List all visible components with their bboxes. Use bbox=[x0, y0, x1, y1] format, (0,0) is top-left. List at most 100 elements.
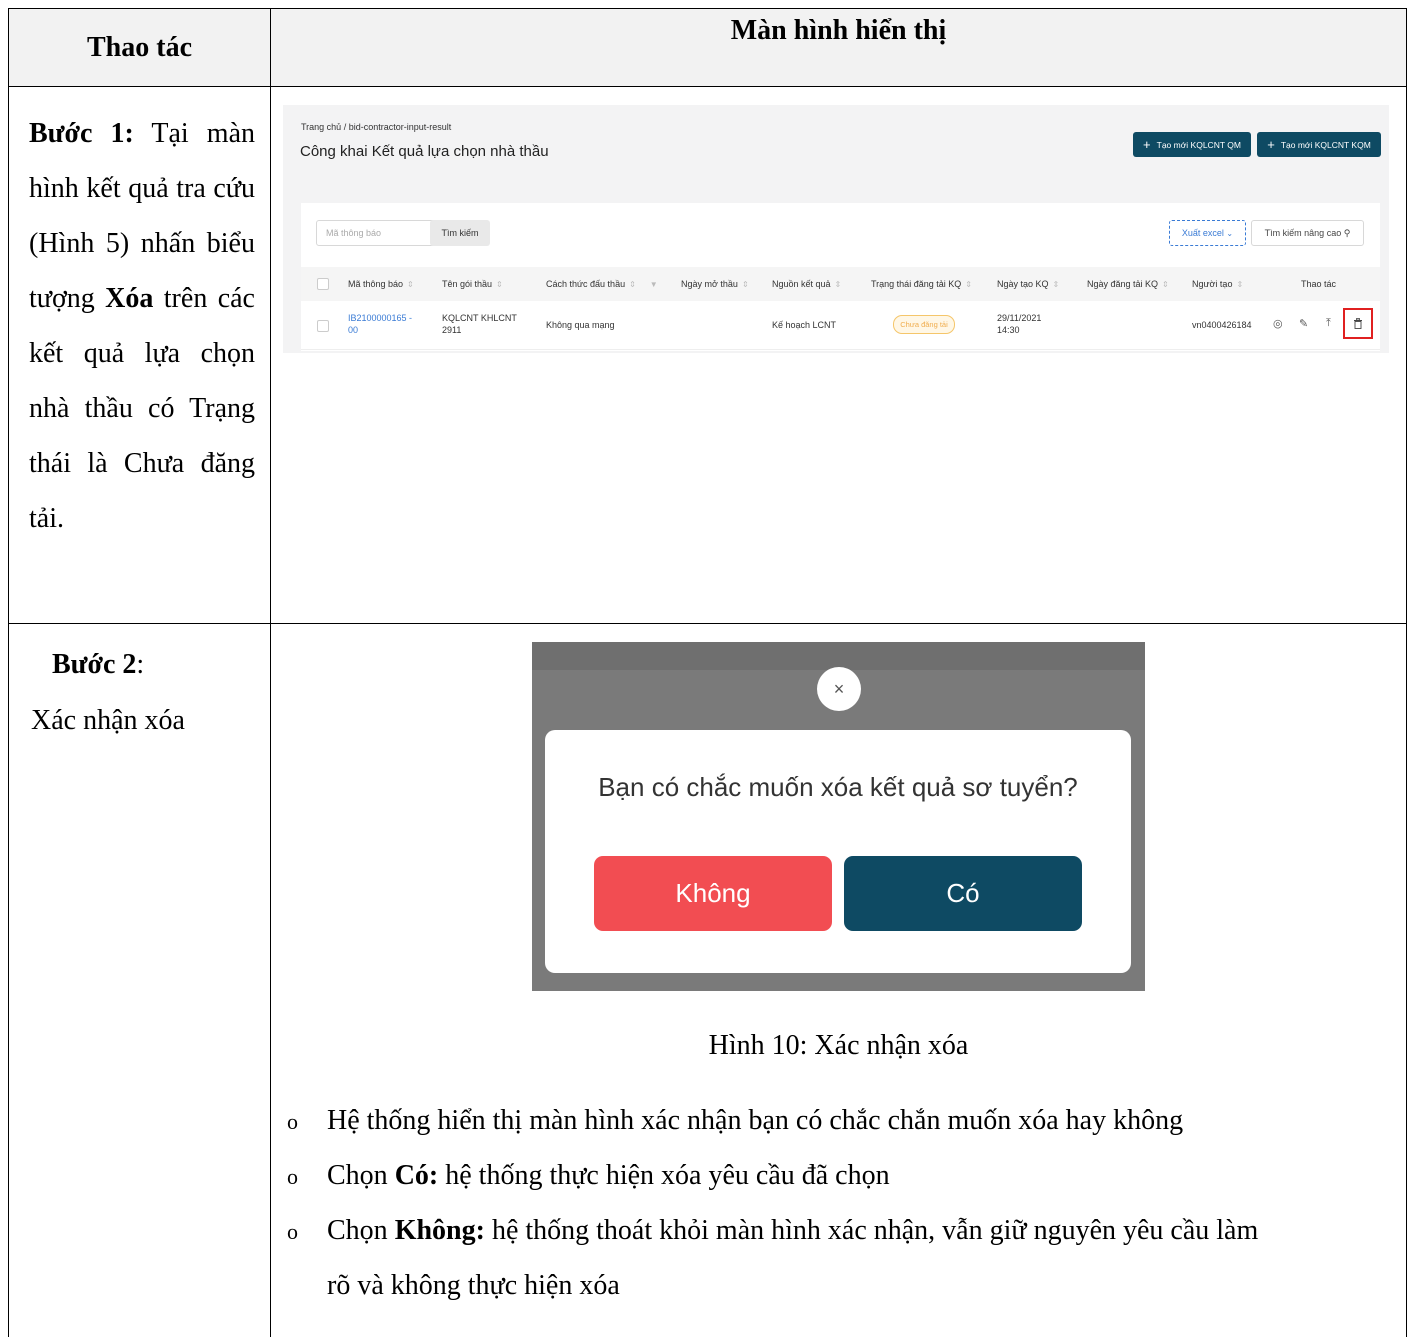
bullet-text: Chọn bbox=[327, 1160, 395, 1191]
upload-icon[interactable]: ⤒ bbox=[1326, 317, 1331, 330]
search-icon: ⚲ bbox=[1343, 228, 1351, 238]
notice-code-line1: IB2100000165 - bbox=[348, 313, 413, 323]
bullet-continuation: rõ và không thực hiện xóa bbox=[327, 1270, 620, 1301]
sort-icon[interactable]: ⇕ bbox=[835, 280, 842, 289]
sort-icon[interactable]: ⇕ bbox=[629, 280, 636, 289]
header-action-column: Thao tác bbox=[87, 31, 192, 63]
bullet-item: o Chọn Không: hệ thống thoát khỏi màn hìn… bbox=[287, 1215, 1258, 1247]
confirm-question: Bạn có chắc muốn xóa kết quả sơ tuyển? bbox=[598, 772, 1078, 802]
col-label: Ngày mở thầu bbox=[681, 279, 738, 289]
table-row[interactable]: IB2100000165 - 00 KQLCNT KHLCNT 2911 Không… bbox=[301, 301, 1380, 350]
col-header[interactable]: Mã thông báo ⇕ bbox=[348, 267, 414, 302]
step2-colon: : bbox=[136, 649, 145, 680]
package-line1: KQLCNT KHLCNT bbox=[442, 313, 517, 323]
col-label: Ngày tạo KQ bbox=[997, 279, 1049, 289]
col-label: Nguồn kết quả bbox=[772, 279, 831, 289]
create-qm-button[interactable]: + Tạo mới KQLCNT QM bbox=[1133, 132, 1251, 157]
create-qm-label: Tạo mới KQLCNT QM bbox=[1156, 139, 1241, 150]
notice-code-line2: 00 bbox=[348, 325, 359, 335]
page-title: Công khai Kết quả lựa chọn nhà thầu bbox=[300, 143, 549, 160]
step2-label: Bước 2: bbox=[52, 649, 144, 681]
confirm-delete-screenshot: × Bạn có chắc muốn xóa kết quả sơ tuyển?… bbox=[532, 642, 1145, 991]
status-badge: Chưa đăng tải bbox=[893, 315, 955, 334]
col-label: Tên gói thầu bbox=[442, 279, 493, 289]
results-card: Mã thông báo Tìm kiếm Xuất excel ⌄ Tìm k… bbox=[301, 203, 1380, 351]
create-kqm-label: Tạo mới KQLCNT KQM bbox=[1280, 139, 1371, 150]
package-name: KQLCNT KHLCNT 2911 bbox=[442, 312, 517, 336]
export-excel-button[interactable]: Xuất excel ⌄ bbox=[1169, 220, 1246, 246]
header-screen-column: Màn hình hiển thị bbox=[730, 15, 947, 46]
row-divider-header bbox=[9, 86, 1406, 87]
advanced-search-label: Tìm kiếm nâng cao bbox=[1264, 228, 1342, 238]
col-header[interactable]: Ngày tạo KQ ⇕ bbox=[997, 267, 1059, 302]
trash-icon bbox=[1354, 318, 1362, 329]
step2-instruction: Xác nhận xóa bbox=[31, 705, 185, 736]
bullet-text: Hệ thống hiển thị màn hình xác nhận bạn … bbox=[327, 1105, 1184, 1136]
sort-icon[interactable]: ⇕ bbox=[1162, 280, 1169, 289]
sort-icon[interactable]: ⇕ bbox=[965, 280, 972, 289]
col-header[interactable]: Nguồn kết quả ⇕ bbox=[772, 267, 841, 302]
sort-icon[interactable]: ⇕ bbox=[1236, 280, 1243, 289]
created-date-line2: 14:30 bbox=[997, 325, 1020, 335]
sort-icon[interactable]: ⇕ bbox=[407, 280, 414, 289]
col-label: Người tạo bbox=[1192, 279, 1233, 289]
bullet-text: hệ thống thực hiện xóa yêu cầu đã chọn bbox=[438, 1160, 890, 1191]
package-line2: 2911 bbox=[442, 325, 462, 335]
export-excel-label: Xuất excel bbox=[1181, 228, 1224, 238]
result-list-screenshot: Trang chủ / bid-contractor-input-result … bbox=[283, 105, 1389, 353]
col-header[interactable]: Ngày mở thầu ⇕ bbox=[681, 267, 749, 302]
step1-text-b: trên các kết quả lựa chọn nhà thầu có Tr… bbox=[29, 283, 255, 534]
select-all-checkbox[interactable] bbox=[317, 278, 329, 290]
col-header: Thao tác bbox=[1301, 279, 1337, 289]
created-date-line1: 29/11/2021 bbox=[997, 313, 1042, 323]
filter-icon[interactable]: ▼ bbox=[650, 280, 658, 289]
col-header[interactable]: Trạng thái đăng tải KQ ⇕ bbox=[871, 267, 972, 302]
row-checkbox[interactable] bbox=[317, 320, 329, 332]
col-header[interactable]: Ngày đăng tải KQ ⇕ bbox=[1087, 267, 1169, 302]
view-icon[interactable]: ◎ bbox=[1273, 317, 1283, 330]
bullet-text: hệ thống thoát khỏi màn hình xác nhận, v… bbox=[484, 1215, 1259, 1246]
bullet-marker: o bbox=[287, 1219, 298, 1244]
col-label: Trạng thái đăng tải KQ bbox=[871, 279, 962, 289]
col-header[interactable]: Người tạo ⇕ bbox=[1192, 267, 1243, 302]
sort-icon[interactable]: ⇕ bbox=[1053, 280, 1060, 289]
bullet-text: Chọn bbox=[327, 1215, 395, 1246]
step1-instruction: Bước 1: Tại màn hình kết quả tra cứu (Hì… bbox=[29, 106, 255, 546]
delete-button-highlight[interactable] bbox=[1343, 308, 1373, 339]
col-header[interactable]: Cách thức đấu thầu ⇕ ▼ bbox=[546, 267, 658, 302]
cancel-button[interactable]: Không bbox=[594, 856, 832, 931]
bid-method: Không qua mạng bbox=[546, 320, 615, 330]
advanced-search-button[interactable]: Tìm kiếm nâng cao ⚲ bbox=[1251, 220, 1364, 246]
modal-backdrop-top bbox=[532, 642, 1145, 670]
bullet-item: o Chọn Có: hệ thống thực hiện xóa yêu cầu… bbox=[287, 1160, 890, 1192]
col-label: Cách thức đấu thầu bbox=[546, 279, 626, 289]
figure-caption: Hình 10: Xác nhận xóa bbox=[708, 1030, 969, 1061]
creator: vn0400426184 bbox=[1192, 320, 1252, 330]
edit-icon[interactable]: ✎ bbox=[1299, 317, 1308, 330]
step1-label: Bước 1: bbox=[29, 118, 134, 149]
confirm-button[interactable]: Có bbox=[844, 856, 1082, 931]
bullet-marker: o bbox=[287, 1109, 298, 1134]
created-date: 29/11/2021 14:30 bbox=[997, 312, 1041, 336]
breadcrumb[interactable]: Trang chủ / bid-contractor-input-result bbox=[301, 122, 451, 132]
confirm-dialog: Bạn có chắc muốn xóa kết quả sơ tuyển? K… bbox=[545, 730, 1131, 973]
row-divider-step1 bbox=[9, 623, 1406, 624]
step1-delete-word: Xóa bbox=[105, 283, 154, 314]
step2-bold: Bước 2 bbox=[52, 649, 137, 680]
notice-code-link[interactable]: IB2100000165 - 00 bbox=[348, 312, 412, 336]
close-icon[interactable]: × bbox=[817, 667, 861, 711]
bullet-item: o Hệ thống hiển thị màn hình xác nhận bạn… bbox=[287, 1105, 1183, 1137]
col-header[interactable]: Tên gói thầu ⇕ bbox=[442, 267, 503, 302]
column-divider bbox=[270, 9, 271, 1337]
result-source: Kế hoạch LCNT bbox=[772, 320, 837, 330]
search-button[interactable]: Tìm kiếm bbox=[430, 220, 490, 246]
col-label: Ngày đăng tải KQ bbox=[1087, 279, 1159, 289]
create-kqm-button[interactable]: + Tạo mới KQLCNT KQM bbox=[1257, 132, 1381, 157]
plus-icon: + bbox=[1143, 137, 1151, 152]
sort-icon[interactable]: ⇕ bbox=[742, 280, 749, 289]
table-header: Mã thông báo ⇕ Tên gói thầu ⇕ Cách thức đấ… bbox=[301, 267, 1380, 301]
sort-icon[interactable]: ⇕ bbox=[496, 280, 503, 289]
chevron-down-icon: ⌄ bbox=[1226, 229, 1234, 238]
bullet-marker: o bbox=[287, 1164, 298, 1189]
plus-icon: + bbox=[1267, 137, 1275, 152]
